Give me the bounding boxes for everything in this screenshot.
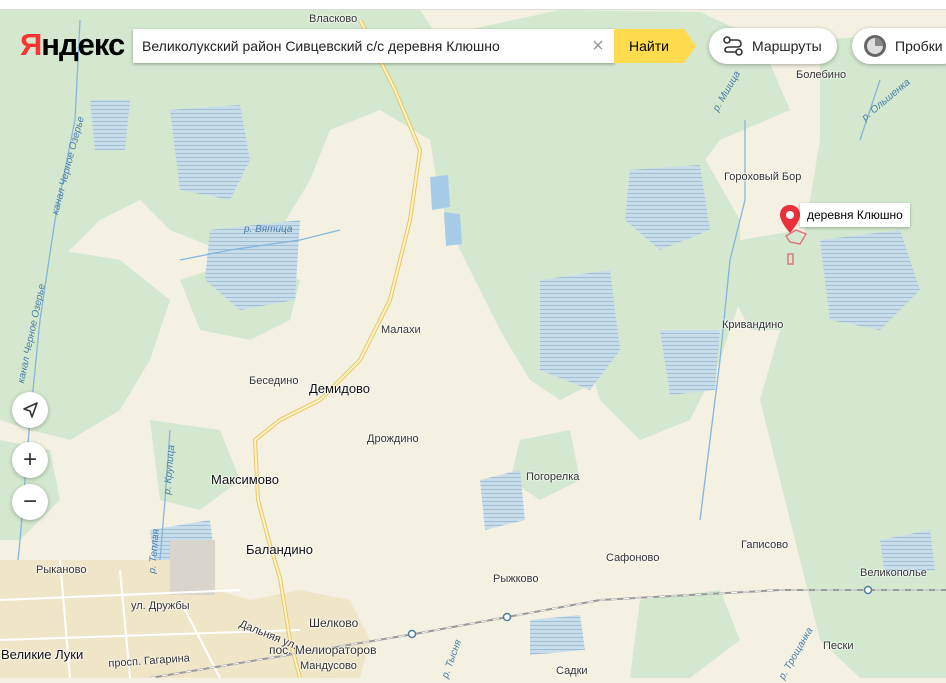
routes-button[interactable]: Маршруты <box>709 28 837 64</box>
place-safonovo: Сафоново <box>606 552 660 564</box>
place-gorokhovy-bor: Гороховый Бор <box>724 171 802 183</box>
place-mandusovo: Мандусово <box>300 660 357 672</box>
place-peski: Пески <box>823 640 854 652</box>
search-input[interactable] <box>133 29 582 63</box>
place-velikopolye: Великополье <box>860 567 927 579</box>
locate-button[interactable] <box>12 392 48 428</box>
place-vlaskovo: Власково <box>309 13 358 25</box>
place-rykanovo: Рыканово <box>36 564 87 576</box>
place-maksimovo: Максимово <box>211 472 279 487</box>
search-box: × <box>133 29 615 63</box>
place-krivandino: Кривандино <box>722 319 784 331</box>
zoom-out-button[interactable]: − <box>12 484 48 520</box>
place-ryzhkovo: Рыжково <box>493 573 539 585</box>
navigation-arrow-icon <box>23 402 38 418</box>
place-gapisovo: Гаписово <box>741 539 789 551</box>
plus-icon: + <box>22 446 37 473</box>
traffic-label: Пробки <box>895 38 943 54</box>
traffic-button[interactable]: Пробки <box>852 28 946 64</box>
place-malakhi: Малахи <box>381 324 421 336</box>
place-drozhdino: Дрождино <box>367 433 419 445</box>
logo-letter: Я <box>20 27 42 62</box>
place-pogorelka: Погорелка <box>526 471 580 483</box>
route-icon <box>723 36 743 56</box>
marker-label[interactable]: деревня Клюшно <box>800 203 910 227</box>
zoom-in-button[interactable]: + <box>12 442 48 478</box>
place-demidovo: Демидово <box>309 381 371 396</box>
traffic-icon <box>864 35 886 57</box>
place-shelkovo: Шелково <box>309 616 359 630</box>
yandex-logo[interactable]: Яндекс <box>20 27 125 63</box>
minus-icon: − <box>22 488 37 515</box>
map-canvas[interactable] <box>0 0 946 679</box>
search-button-label: Найти <box>629 38 669 54</box>
browser-top-strip <box>0 0 946 10</box>
location-pin-icon[interactable] <box>778 204 802 234</box>
place-velikie-luki: Великие Луки <box>1 647 84 662</box>
routes-label: Маршруты <box>752 38 822 54</box>
clear-search-icon[interactable]: × <box>588 36 608 56</box>
place-bolebino: Болебино <box>796 69 847 81</box>
search-button[interactable]: Найти <box>614 29 696 63</box>
place-balandino: Баландино <box>246 542 314 557</box>
place-sadki: Садки <box>556 665 588 677</box>
street-ul-druzhby: ул. Дружбы <box>131 600 190 612</box>
map-tiles <box>0 0 946 679</box>
place-besedino: Беседино <box>249 375 299 387</box>
water-r-vyatitsa: р. Вятица <box>244 224 293 235</box>
logo-rest: ндекс <box>41 27 125 62</box>
